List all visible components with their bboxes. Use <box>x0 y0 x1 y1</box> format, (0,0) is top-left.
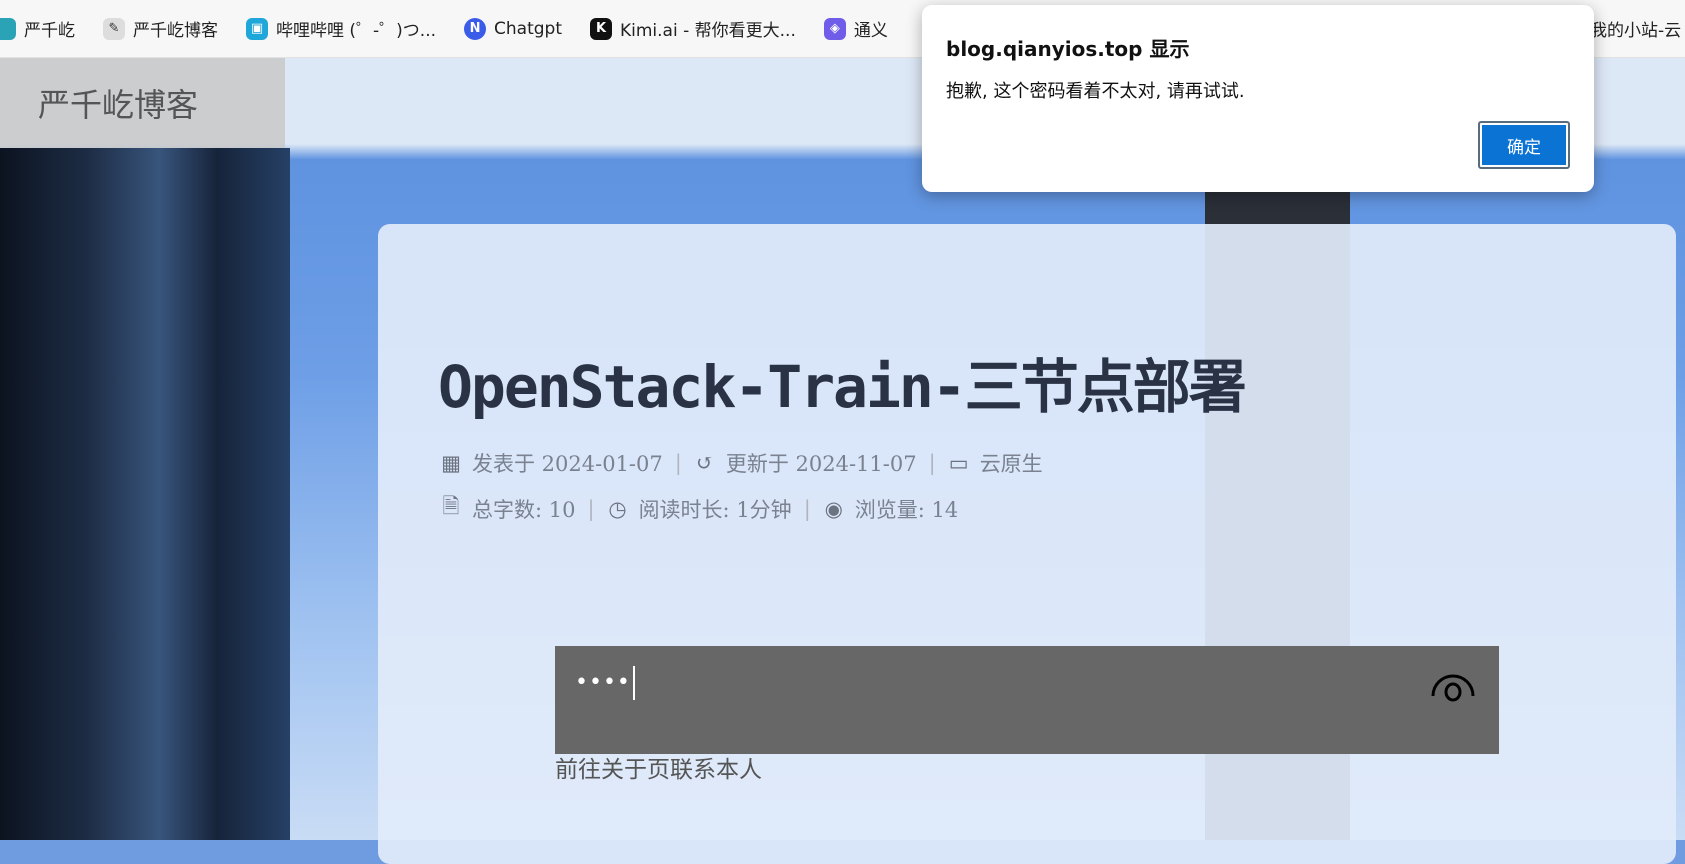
bookmark-label: Chatgpt <box>494 18 562 39</box>
bookmark-tongyi[interactable]: ◈ 通义 <box>823 16 888 41</box>
bookmark-label: 哔哩哔哩 (゜-゜)つ... <box>276 21 437 41</box>
site-header[interactable]: 严千屹博客 <box>0 58 285 148</box>
bookmark-chatgpt[interactable]: N Chatgpt <box>464 17 562 40</box>
post-meta-line-1: ▦ 发表于 2024-01-07 | ↺ 更新于 2024-11-07 | ▭ 云原生 <box>440 448 1043 478</box>
view-count: 浏览量: 14 <box>854 498 959 522</box>
eye-icon: ◉ <box>824 497 843 521</box>
bookmark-blog[interactable]: ✎ 严千屹博客 <box>103 16 218 41</box>
password-input[interactable]: •••• <box>555 646 1499 754</box>
bookmark-kimi[interactable]: K Kimi.ai - 帮你看更大... <box>590 16 796 41</box>
contact-link[interactable]: 前往关于页联系本人 <box>555 750 762 784</box>
bookmark-label: 我的小站-云 <box>1590 21 1682 41</box>
bookmark-label: 通义 <box>853 21 888 41</box>
inbox-icon: ▭ <box>948 451 969 475</box>
bookmark-label: Kimi.ai - 帮你看更大... <box>620 21 796 41</box>
dialog-title: blog.qianyios.top 显示 <box>946 37 1190 61</box>
bookmark-yanqianyi[interactable]: 严千屹 <box>0 16 75 41</box>
feather-icon <box>0 17 16 40</box>
calendar-icon: ▦ <box>441 451 461 475</box>
alert-dialog: blog.qianyios.top 显示 抱歉, 这个密码看着不太对, 请再试试… <box>922 5 1594 192</box>
tongyi-icon: ◈ <box>823 17 846 40</box>
show-password-icon[interactable] <box>1429 668 1477 702</box>
category-link[interactable]: 云原生 <box>980 448 1043 478</box>
bilibili-icon: ▣ <box>246 17 268 40</box>
chatgpt-icon: N <box>464 17 487 40</box>
post-meta-line-2: 🗎 总字数: 10 | ◷ 阅读时长: 1分钟 | ◉ 浏览量: 14 <box>440 493 959 524</box>
background-curtain <box>0 148 290 840</box>
history-icon: ↺ <box>696 451 714 475</box>
kimi-icon: K <box>590 17 612 40</box>
updated-date: 更新于 2024-11-07 <box>725 452 917 476</box>
bookmark-bilibili[interactable]: ▣ 哔哩哔哩 (゜-゜)つ... <box>246 16 436 41</box>
logo-icon: ✎ <box>103 17 125 40</box>
read-time: 阅读时长: 1分钟 <box>638 498 792 522</box>
published-date: 发表于 2024-01-07 <box>472 452 663 476</box>
bookmark-label: 严千屹 <box>24 21 75 41</box>
ok-button[interactable]: 确定 <box>1478 121 1570 169</box>
site-title[interactable]: 严千屹博客 <box>38 80 198 126</box>
bookmark-label: 严千屹博客 <box>133 21 218 41</box>
word-file-icon: 🗎 <box>442 493 460 518</box>
password-value[interactable]: •••• <box>575 666 635 700</box>
clock-icon: ◷ <box>608 497 627 521</box>
post-title: OpenStack-Train-三节点部署 <box>438 353 1247 421</box>
bookmark-site[interactable]: 我的小站-云 <box>1590 16 1681 41</box>
dialog-message: 抱歉, 这个密码看着不太对, 请再试试. <box>946 81 1245 102</box>
word-count: 总字数: 10 <box>472 498 576 522</box>
